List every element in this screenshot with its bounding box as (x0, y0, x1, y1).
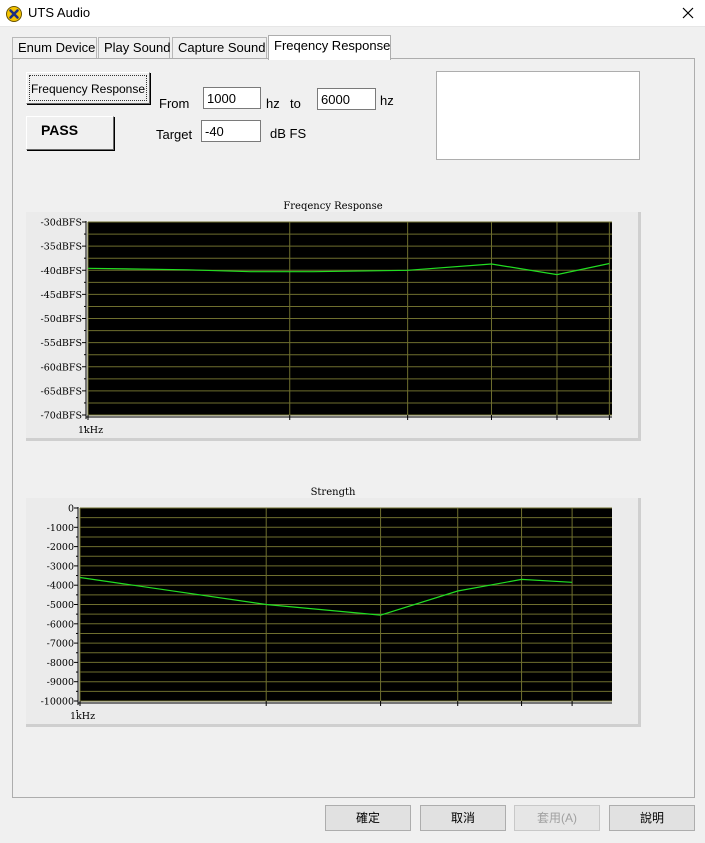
y-tick-label: -65dBFS (41, 386, 82, 397)
y-tick-label: -4000 (47, 581, 74, 592)
y-tick-label: -8000 (47, 658, 74, 669)
y-tick-label: -5000 (47, 600, 74, 611)
tab-capture-sound[interactable]: Capture Sound (172, 37, 267, 59)
close-button[interactable] (671, 0, 705, 26)
frequency-response-chart: -30dBFS -35dBFS -40dBFS -45dBFS -50dBFS -55dB… (26, 212, 641, 441)
tab-play-sound[interactable]: Play Sound (98, 37, 171, 59)
y-tick-label: -7000 (47, 639, 74, 650)
frequency-response-button-label: Frequency Response (29, 75, 147, 101)
apply-button[interactable]: 套用(A) (514, 805, 600, 831)
to-unit-label: hz (380, 93, 394, 108)
window-title: UTS Audio (28, 5, 91, 20)
target-label: Target (156, 127, 193, 142)
frequency-response-button[interactable]: Frequency Response (26, 72, 150, 104)
from-unit-label: hz (266, 96, 280, 111)
y-tick-label: 0 (68, 504, 74, 515)
to-label: to (290, 96, 301, 111)
y-tick-label: -1000 (47, 523, 74, 534)
y-tick-label: -2000 (47, 542, 74, 553)
strength-chart: 0 -1000 -2000 -3000 -4000 -5000 -6000 -7000 -800… (26, 498, 641, 727)
target-unit-label: dB FS (270, 126, 307, 141)
y-tick-label: -30dBFS (41, 218, 82, 229)
app-icon (6, 6, 22, 22)
ok-button[interactable]: 確定 (325, 805, 411, 831)
close-icon (682, 7, 694, 19)
to-frequency-input[interactable] (317, 88, 376, 110)
y-tick-label: -60dBFS (41, 362, 82, 373)
x-start-label: 1kHz (78, 425, 103, 436)
y-tick-label: -50dBFS (41, 314, 82, 325)
info-box (436, 71, 640, 160)
frequency-response-chart-title: Freqency Response (283, 201, 383, 212)
tab-enum-device[interactable]: Enum Device (12, 37, 97, 59)
y-tick-label: -9000 (47, 677, 74, 688)
y-tick-label: -35dBFS (41, 242, 82, 253)
y-tick-label: -6000 (47, 619, 74, 630)
title-bar: UTS Audio (0, 0, 705, 27)
from-frequency-input[interactable] (203, 87, 261, 109)
y-tick-label: -45dBFS (41, 290, 82, 301)
tab-frequency-response[interactable]: Freqency Response (268, 35, 391, 60)
y-tick-label: -40dBFS (41, 266, 82, 277)
y-tick-label: -55dBFS (41, 338, 82, 349)
result-status-box: PASS (26, 116, 114, 150)
cancel-button[interactable]: 取消 (420, 805, 506, 831)
strength-chart-title: Strength (310, 487, 356, 498)
x-start-label: 1kHz (70, 711, 95, 722)
target-level-input[interactable] (201, 120, 261, 142)
from-label: From (159, 96, 190, 111)
help-button[interactable]: 說明 (609, 805, 695, 831)
frequency-response-chart-svg: -30dBFS -35dBFS -40dBFS -45dBFS -50dBFS -55dB… (41, 218, 612, 436)
y-tick-label: -3000 (47, 561, 74, 572)
y-tick-label: -10000 (41, 697, 74, 708)
result-status: PASS (41, 122, 79, 138)
y-tick-label: -70dBFS (41, 411, 82, 422)
strength-chart-svg: 0 -1000 -2000 -3000 -4000 -5000 -6000 -7000 -800… (41, 504, 612, 722)
